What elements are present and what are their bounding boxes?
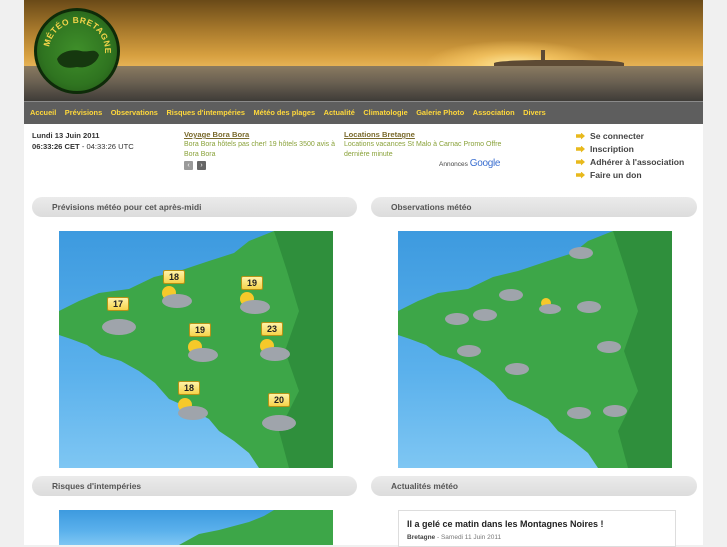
cloud-icon	[603, 405, 627, 417]
news-meta: Bretagne - Samedi 11 Juin 2011	[407, 534, 501, 541]
ads-by-google[interactable]: Annonces Google	[439, 158, 500, 169]
observations-panel-title[interactable]: Observations météo	[371, 197, 697, 217]
sun-cloud-icon	[178, 398, 208, 420]
ad-2-title[interactable]: Locations Bretagne	[344, 130, 415, 139]
cloud-icon	[505, 363, 529, 375]
arrow-right-icon	[576, 145, 585, 153]
nav-accueil[interactable]: Accueil	[30, 102, 56, 123]
cloud-icon	[499, 289, 523, 301]
lighthouse-silhouette	[541, 50, 545, 62]
nav-actualite[interactable]: Actualité	[324, 102, 355, 123]
cloud-icon	[577, 301, 601, 313]
sun-cloud-icon	[240, 292, 270, 314]
ad-prev-button[interactable]: ‹	[184, 161, 193, 170]
cloud-icon	[569, 247, 593, 259]
sun-cloud-icon	[188, 340, 218, 362]
ad-1-title[interactable]: Voyage Bora Bora	[184, 130, 249, 139]
sun-cloud-icon	[260, 339, 290, 361]
risks-panel-title[interactable]: Risques d'intempéries	[32, 476, 357, 496]
forecast-temp: 18	[178, 381, 200, 395]
news-headline[interactable]: Il a gelé ce matin dans les Montagnes No…	[407, 519, 604, 529]
login-label: Se connecter	[590, 131, 644, 141]
join-association-label: Adhérer à l'association	[590, 157, 685, 167]
time-utc: - 04:33:26 UTC	[79, 142, 134, 151]
signup-link[interactable]: Inscription	[576, 144, 634, 154]
risks-map[interactable]	[59, 510, 333, 545]
ad-1-text[interactable]: Bora Bora hôtels pas cher! 19 hôtels 350…	[184, 140, 342, 160]
header-banner: MÉTÉO BRETAGNE	[24, 0, 703, 101]
svg-text:MÉTÉO BRETAGNE: MÉTÉO BRETAGNE	[41, 15, 113, 54]
arrow-right-icon	[576, 171, 585, 179]
signup-label: Inscription	[590, 144, 634, 154]
forecast-map[interactable]: 18 19 17 19 23 18 20	[59, 231, 333, 468]
nav-galerie-photo[interactable]: Galerie Photo	[416, 102, 464, 123]
forecast-temp: 20	[268, 393, 290, 407]
logo-text: MÉTÉO BRETAGNE	[41, 15, 112, 54]
brittany-land	[179, 510, 333, 545]
login-link[interactable]: Se connecter	[576, 131, 644, 141]
arrow-right-icon	[576, 158, 585, 166]
nav-divers[interactable]: Divers	[523, 102, 546, 123]
forecast-panel-title[interactable]: Prévisions météo pour cet après-midi	[32, 197, 357, 217]
nav-meteo-plages[interactable]: Météo des plages	[254, 102, 316, 123]
current-date: Lundi 13 Juin 2011	[32, 131, 100, 140]
cloud-icon	[597, 341, 621, 353]
forecast-temp: 17	[107, 297, 129, 311]
donate-link[interactable]: Faire un don	[576, 170, 642, 180]
arrow-right-icon	[576, 132, 585, 140]
time-cet: 06:33:26 CET	[32, 142, 80, 151]
forecast-temp: 19	[241, 276, 263, 290]
news-card[interactable]: Il a gelé ce matin dans les Montagnes No…	[398, 510, 676, 547]
forecast-temp: 23	[261, 322, 283, 336]
site-logo[interactable]: MÉTÉO BRETAGNE	[34, 8, 120, 94]
brittany-land	[398, 231, 672, 468]
news-region: Bretagne	[407, 534, 436, 541]
nav-association[interactable]: Association	[473, 102, 515, 123]
main-nav: Accueil Prévisions Observations Risques …	[24, 101, 703, 124]
cloud-icon	[473, 309, 497, 321]
cloud-icon	[567, 407, 591, 419]
donate-label: Faire un don	[590, 170, 642, 180]
sun-cloud-icon	[162, 286, 192, 308]
observations-map[interactable]	[398, 231, 672, 468]
ad-next-button[interactable]: ›	[197, 161, 206, 170]
join-association-link[interactable]: Adhérer à l'association	[576, 157, 684, 167]
cloud-icon	[262, 415, 296, 431]
cloud-icon	[457, 345, 481, 357]
current-time: 06:33:26 CET - 04:33:26 UTC	[32, 142, 134, 151]
forecast-temp: 19	[189, 323, 211, 337]
nav-climatologie[interactable]: Climatologie	[363, 102, 407, 123]
nav-previsions[interactable]: Prévisions	[65, 102, 102, 123]
sun-cloud-icon	[539, 298, 561, 314]
news-panel-title[interactable]: Actualités météo	[371, 476, 697, 496]
google-logo: Google	[469, 158, 501, 169]
ad-2-text[interactable]: Locations vacances St Malo à Carnac Prom…	[344, 140, 504, 160]
sea-band	[24, 66, 703, 101]
nav-observations[interactable]: Observations	[111, 102, 158, 123]
forecast-temp: 18	[163, 270, 185, 284]
cloud-icon	[445, 313, 469, 325]
annonces-label: Annonces	[439, 161, 468, 168]
nav-risques[interactable]: Risques d'intempéries	[166, 102, 245, 123]
cloud-icon	[102, 319, 136, 335]
news-date: - Samedi 11 Juin 2011	[435, 534, 502, 541]
